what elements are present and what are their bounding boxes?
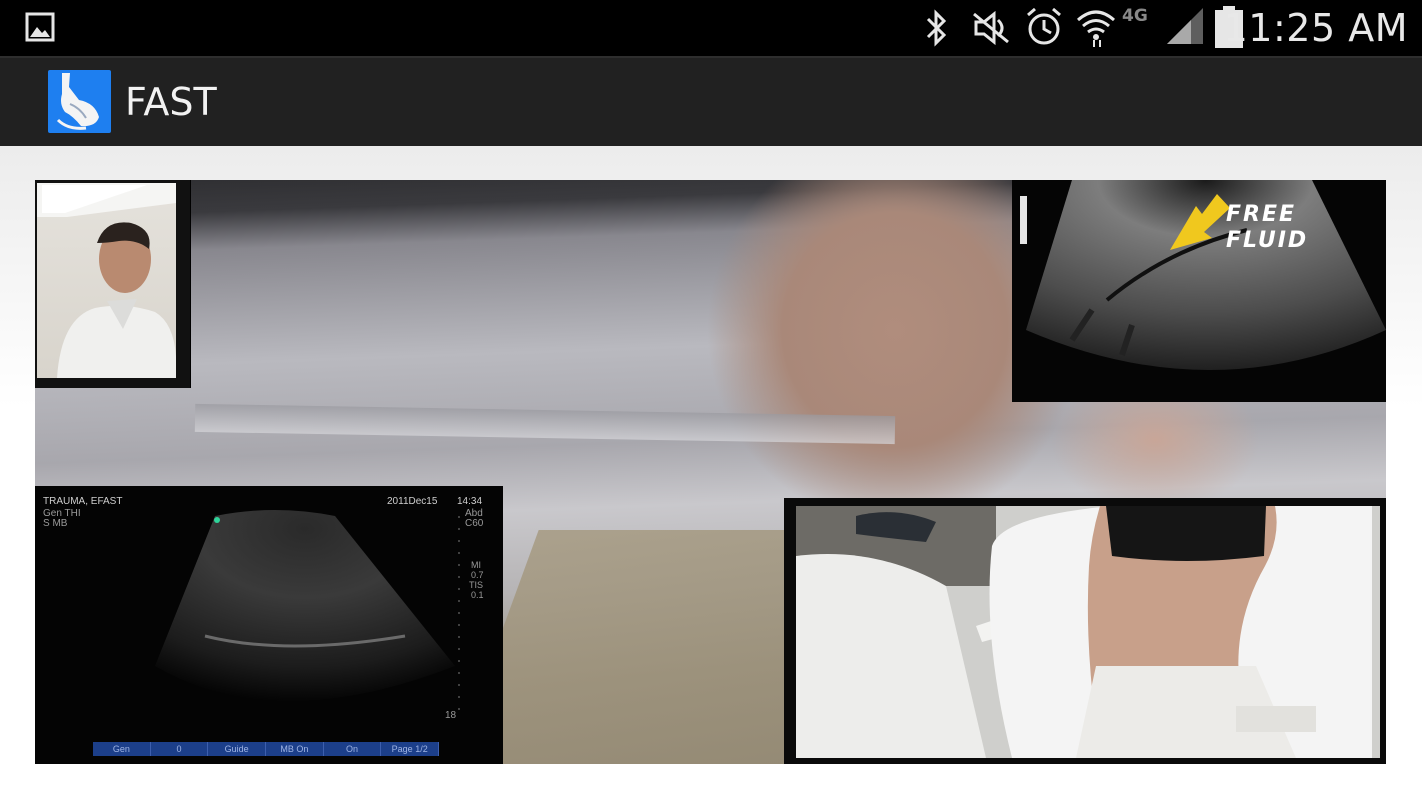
- free-fluid-ultrasound-inset: FREE FLUID: [1012, 180, 1386, 402]
- ultrasound-toolbar-item: Guide: [208, 742, 267, 756]
- ultrasound-param-6: 0.1: [471, 590, 484, 600]
- status-bar: 4G 11:25 AM: [0, 0, 1422, 56]
- ultrasound-time: 14:34: [457, 496, 483, 507]
- ultrasound-toolbar-item: Page 1/2: [381, 742, 440, 756]
- mute-icon: [973, 10, 1009, 46]
- patient-exam-inset: [784, 498, 1386, 764]
- ultrasound-param-3: MI: [471, 560, 481, 570]
- ultrasound-toolbar: Gen 0 Guide MB On On Page 1/2: [93, 742, 440, 756]
- ultrasound-probe-icon[interactable]: [48, 70, 111, 133]
- ultrasound-toolbar-item: Gen: [93, 742, 151, 756]
- bluetooth-icon: [926, 9, 947, 47]
- ultrasound-mode-2: S MB: [43, 518, 68, 529]
- app-title: FAST: [125, 80, 217, 124]
- ultrasound-toolbar-item: 0: [151, 742, 209, 756]
- ultrasound-param-5: TIS: [469, 580, 484, 590]
- alarm-icon: [1027, 7, 1061, 45]
- ultrasound-date: 2011Dec15: [387, 496, 438, 507]
- efast-ultrasound-inset: TRAUMA, EFAST Gen THI S MB 2011Dec15 14:…: [35, 486, 503, 764]
- ultrasound-exam-title: TRAUMA, EFAST: [43, 496, 123, 507]
- image-icon: [25, 12, 55, 42]
- free-fluid-label: FREE FLUID: [1226, 202, 1309, 253]
- clock: 11:25 AM: [1223, 6, 1408, 50]
- video-player[interactable]: FREE FLUID TRAUMA, EFAST Gen THI S MB 20…: [35, 180, 1386, 764]
- ultrasound-depth: 18: [445, 710, 457, 721]
- wifi-icon: [1077, 10, 1115, 47]
- doctor-webcam-inset: [35, 180, 191, 388]
- lte-icon: 4G: [1122, 6, 1148, 26]
- content-area: FREE FLUID TRAUMA, EFAST Gen THI S MB 20…: [0, 146, 1422, 800]
- ultrasound-toolbar-item: On: [324, 742, 382, 756]
- signal-icon: [1167, 8, 1203, 44]
- ultrasound-toolbar-item: MB On: [266, 742, 324, 756]
- ultrasound-param-4: 0.7: [471, 570, 484, 580]
- action-bar: FAST: [0, 56, 1422, 146]
- ultrasound-param-2: C60: [465, 518, 484, 529]
